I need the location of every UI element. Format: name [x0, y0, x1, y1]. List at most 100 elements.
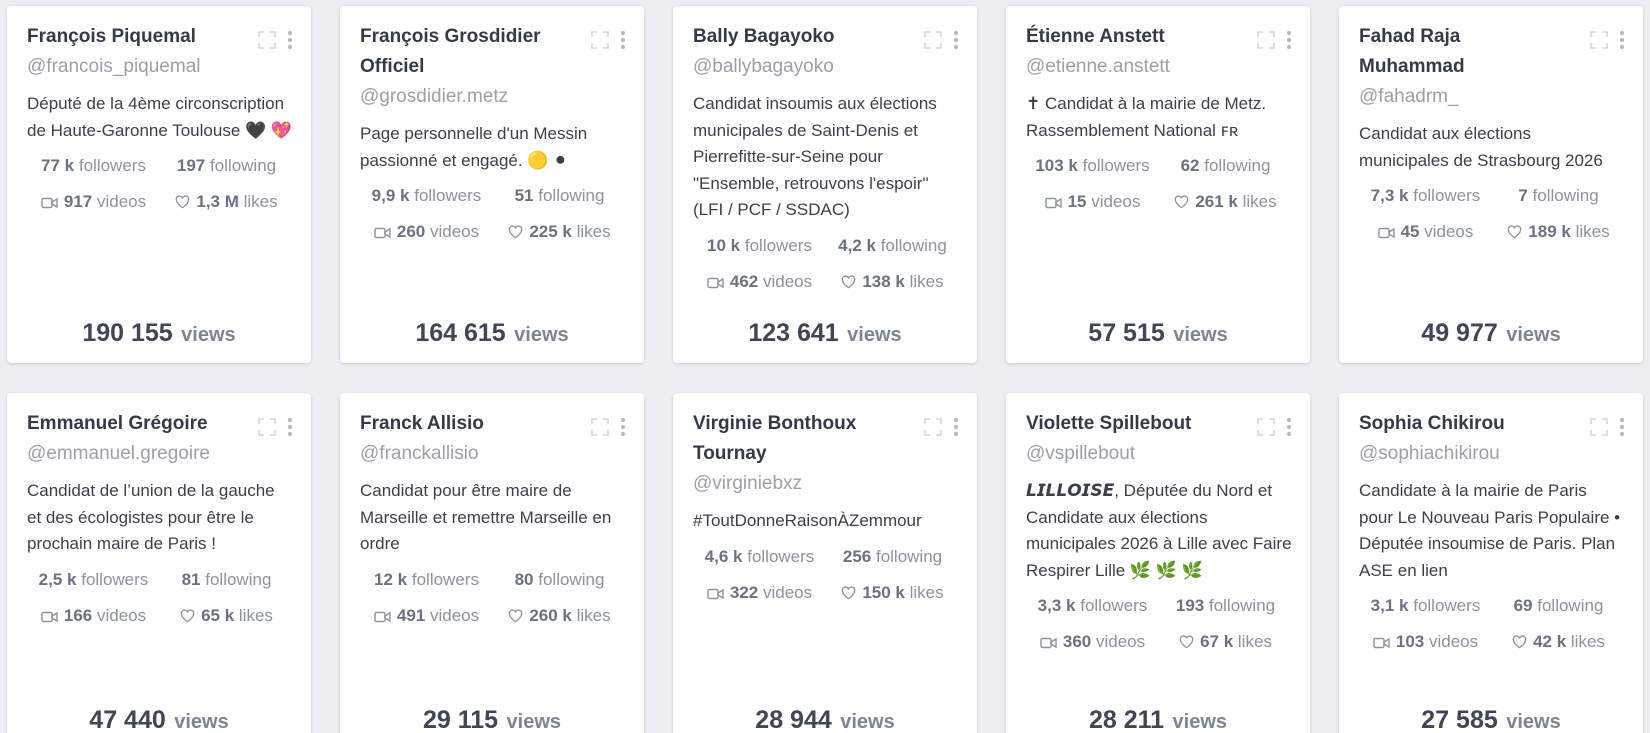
more-vertical-icon[interactable] — [1286, 417, 1292, 437]
profile-bio: Candidat pour être maire de Marseille et… — [360, 481, 612, 553]
likes-stat: 138 k likes — [826, 269, 959, 297]
views-label: views — [1506, 711, 1561, 733]
views-total: 57 515 views — [1006, 319, 1310, 348]
likes-count: 1,3 M — [196, 192, 239, 211]
profile-handle[interactable]: @francois_piquemal — [27, 52, 291, 82]
expand-icon[interactable] — [257, 417, 277, 437]
profile-name[interactable]: François Grosdidier Officiel — [360, 22, 565, 82]
likes-label: likes — [1242, 192, 1277, 211]
profile-card[interactable]: Franck Allisio @franckallisio Candidat p… — [340, 393, 644, 733]
views-count: 28 944 — [755, 706, 832, 733]
more-vertical-icon[interactable] — [1619, 417, 1625, 437]
following-label: following — [538, 569, 605, 589]
expand-icon[interactable] — [923, 30, 943, 50]
followers-count: 77 k — [41, 156, 75, 175]
card-controls — [257, 30, 293, 50]
videos-count: 917 — [63, 192, 93, 211]
likes-stat: 260 k likes — [493, 603, 626, 631]
profile-stats: 103 k followers 62 following 15 videos 2… — [1026, 153, 1292, 217]
more-vertical-icon[interactable] — [953, 30, 959, 50]
followers-stat: 77 k followers — [27, 153, 160, 179]
followers-stat: 3,1 k followers — [1359, 593, 1492, 619]
followers-label: followers — [411, 569, 479, 589]
profile-handle[interactable]: @vspillebout — [1026, 439, 1290, 469]
profile-card[interactable]: Bally Bagayoko @ballybagayoko Candidat i… — [673, 6, 977, 363]
expand-icon[interactable] — [1589, 417, 1609, 437]
views-count: 57 515 — [1088, 319, 1165, 347]
likes-stat: 67 k likes — [1159, 629, 1292, 657]
following-count: 256 — [842, 546, 872, 566]
profile-name[interactable]: Sophia Chikirou — [1359, 409, 1564, 439]
likes-stat: 42 k likes — [1492, 629, 1625, 657]
profile-name[interactable]: Bally Bagayoko — [693, 22, 898, 52]
profile-handle[interactable]: @sophiachikirou — [1359, 439, 1623, 469]
followers-stat: 103 k followers — [1026, 153, 1159, 179]
expand-icon[interactable] — [1256, 417, 1276, 437]
more-vertical-icon[interactable] — [1286, 30, 1292, 50]
profile-card[interactable]: François Piquemal @francois_piquemal Dép… — [7, 6, 311, 363]
profile-handle[interactable]: @fahadrm_ — [1359, 82, 1623, 112]
profile-card[interactable]: Étienne Anstett @etienne.anstett ✝ Candi… — [1006, 6, 1310, 363]
expand-icon[interactable] — [590, 30, 610, 50]
profile-name[interactable]: Fahad Raja Muhammad — [1359, 22, 1564, 82]
profile-stats: 7,3 k followers 7 following 45 videos 18… — [1359, 183, 1625, 247]
card-controls — [1256, 417, 1292, 437]
followers-stat: 2,5 k followers — [27, 567, 160, 593]
profile-card[interactable]: Emmanuel Grégoire @emmanuel.gregoire Can… — [7, 393, 311, 733]
profile-stats: 77 k followers 197 following 917 videos — [27, 153, 293, 217]
profile-handle[interactable]: @emmanuel.gregoire — [27, 439, 291, 469]
views-label: views — [506, 711, 562, 733]
likes-label: likes — [238, 605, 273, 625]
likes-count: 260 k — [529, 605, 572, 625]
expand-icon[interactable] — [1256, 30, 1276, 50]
expand-icon[interactable] — [590, 417, 610, 437]
profile-handle[interactable]: @ballybagayoko — [693, 52, 957, 82]
video-camera-icon — [374, 221, 391, 247]
likes-count: 67 k — [1200, 632, 1234, 651]
following-count: 69 — [1513, 596, 1533, 615]
profile-name[interactable]: Franck Allisio — [360, 409, 565, 439]
profile-name[interactable]: Virginie Bonthoux Tournay — [693, 409, 898, 469]
videos-stat: 15 videos — [1026, 189, 1159, 217]
videos-stat: 360 videos — [1026, 629, 1159, 657]
more-vertical-icon[interactable] — [1619, 30, 1625, 50]
more-vertical-icon[interactable] — [620, 30, 626, 50]
profile-bio: Candidat insoumis aux élections municipa… — [693, 94, 937, 219]
more-vertical-icon[interactable] — [287, 30, 293, 50]
profile-handle[interactable]: @grosdidier.metz — [360, 82, 624, 112]
profile-card[interactable]: Violette Spillebout @vspillebout 𝙇𝙄𝙇𝙇𝙊𝙄𝙎… — [1006, 393, 1310, 733]
expand-icon[interactable] — [257, 30, 277, 50]
profile-handle[interactable]: @franckallisio — [360, 439, 624, 469]
video-camera-icon — [707, 582, 724, 608]
more-vertical-icon[interactable] — [287, 417, 293, 437]
videos-label: videos — [1424, 222, 1474, 241]
more-vertical-icon[interactable] — [620, 417, 626, 437]
profile-name[interactable]: Violette Spillebout — [1026, 409, 1231, 439]
card-controls — [257, 417, 293, 437]
profile-bio: ✝ Candidat à la mairie de Metz. Rassembl… — [1026, 94, 1267, 140]
following-label: following — [880, 235, 947, 255]
expand-icon[interactable] — [1589, 30, 1609, 50]
likes-count: 65 k — [201, 605, 235, 625]
heart-icon — [1179, 631, 1194, 657]
followers-stat: 7,3 k followers — [1359, 183, 1492, 209]
profile-card[interactable]: Virginie Bonthoux Tournay @virginiebxz #… — [673, 393, 977, 733]
followers-count: 9,9 k — [371, 186, 410, 205]
profile-card[interactable]: Fahad Raja Muhammad @fahadrm_ Candidat a… — [1339, 6, 1643, 363]
profile-handle[interactable]: @virginiebxz — [693, 469, 957, 499]
views-count: 123 641 — [748, 319, 839, 347]
profile-name[interactable]: Étienne Anstett — [1026, 22, 1231, 52]
following-stat: 193 following — [1159, 593, 1292, 619]
profile-handle[interactable]: @etienne.anstett — [1026, 52, 1290, 82]
video-camera-icon — [374, 605, 391, 631]
profile-card[interactable]: Sophia Chikirou @sophiachikirou Candidat… — [1339, 393, 1643, 733]
profile-name[interactable]: Emmanuel Grégoire — [27, 409, 232, 439]
video-camera-icon — [1373, 631, 1390, 657]
followers-label: followers — [744, 235, 812, 255]
more-vertical-icon[interactable] — [953, 417, 959, 437]
views-count: 27 585 — [1421, 706, 1498, 733]
expand-icon[interactable] — [923, 417, 943, 437]
profile-name[interactable]: François Piquemal — [27, 22, 232, 52]
profile-card[interactable]: François Grosdidier Officiel @grosdidier… — [340, 6, 644, 363]
likes-label: likes — [243, 192, 278, 211]
